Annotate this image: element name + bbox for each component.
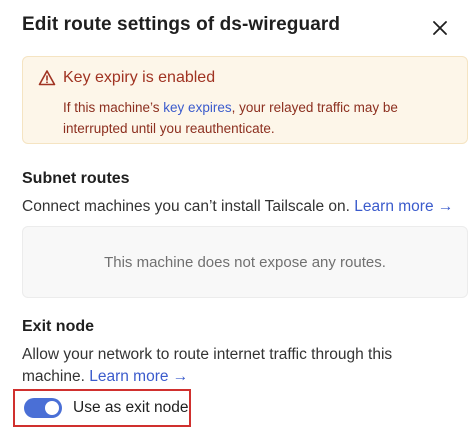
exit-node-toggle-row[interactable]: Use as exit node — [13, 389, 191, 427]
key-expiry-warning: Key expiry is enabled If this machine’s … — [22, 56, 468, 144]
edit-route-dialog: Edit route settings of ds-wireguard Key … — [0, 0, 474, 438]
subnet-learn-more-link[interactable]: Learn more → — [354, 198, 453, 215]
exit-node-toggle[interactable] — [24, 398, 62, 418]
subnet-description-text: Connect machines you can’t install Tails… — [22, 198, 350, 215]
warning-title: Key expiry is enabled — [63, 69, 216, 86]
exit-node-toggle-label[interactable]: Use as exit node — [73, 399, 188, 417]
warning-body: If this machine’s key expires, your rela… — [63, 97, 463, 139]
routes-empty-text: This machine does not expose any routes. — [104, 253, 386, 271]
subnet-routes-title: Subnet routes — [22, 170, 130, 187]
exit-node-learn-more-link[interactable]: Learn more → — [89, 368, 188, 385]
exit-node-title: Exit node — [22, 318, 95, 335]
warning-body-text-start: If this machine’s — [63, 100, 164, 115]
close-button[interactable] — [428, 16, 452, 40]
exit-node-description: Allow your network to route internet tra… — [22, 344, 422, 388]
subnet-routes-description: Connect machines you can’t install Tails… — [22, 196, 462, 218]
dialog-title: Edit route settings of ds-wireguard — [22, 14, 341, 35]
warning-triangle-icon — [38, 70, 56, 86]
key-expires-link[interactable]: key expires — [163, 100, 231, 115]
toggle-knob — [45, 401, 59, 415]
close-icon[interactable] — [433, 21, 447, 35]
routes-empty-state: This machine does not expose any routes. — [22, 226, 468, 298]
exit-node-description-text: Allow your network to route internet tra… — [22, 346, 393, 385]
